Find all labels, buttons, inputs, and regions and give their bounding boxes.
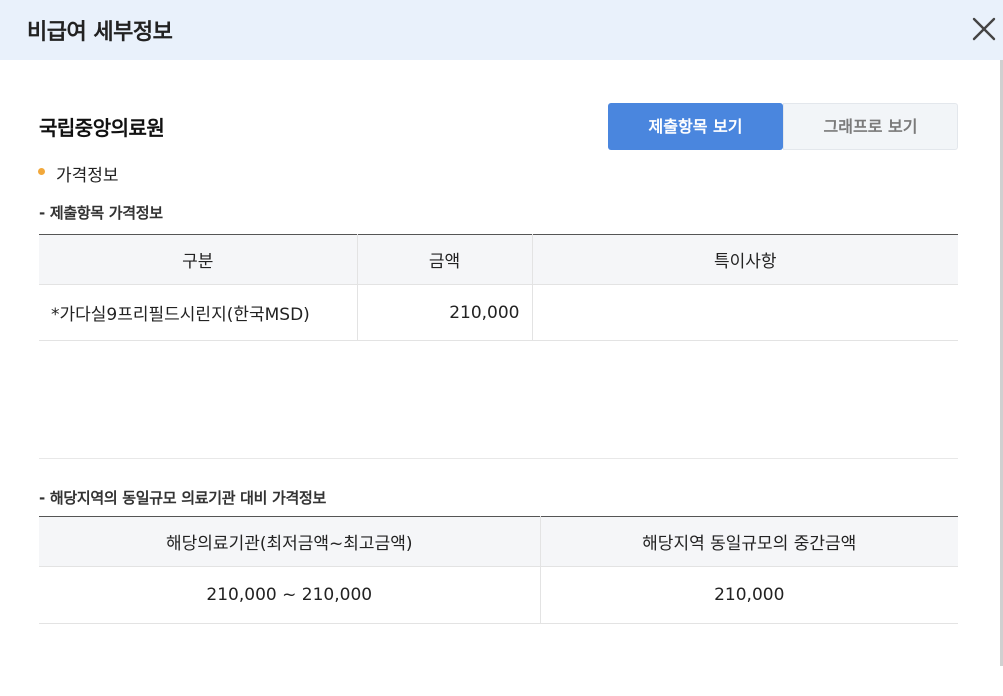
section-title: 가격정보 (56, 166, 119, 186)
hospital-name: 국립중앙의료원 (39, 116, 165, 140)
submitted-table-subtitle: - 제출항목 가격정보 (39, 204, 163, 222)
close-button[interactable] (968, 13, 1000, 45)
column-header: 금액 (357, 234, 533, 285)
view-toggle: 제출항목 보기 그래프로 보기 (608, 103, 958, 150)
table-header-row: 해당의료기관(최저금액~최고금액) 해당지역 동일규모의 중간금액 (39, 516, 958, 567)
regional-price-table: 해당의료기관(최저금액~최고금액) 해당지역 동일규모의 중간금액 210,00… (39, 516, 958, 624)
table-row: 210,000 ~ 210,000 210,000 (39, 566, 958, 624)
item-note-cell (532, 284, 958, 341)
column-header: 해당지역 동일규모의 중간금액 (540, 516, 958, 567)
section-divider (39, 458, 958, 459)
modal-header: 비급여 세부정보 (0, 0, 1003, 60)
column-header: 특이사항 (532, 234, 958, 285)
close-icon[interactable] (968, 13, 1000, 45)
bullet-icon (38, 168, 45, 175)
table-header-row: 구분 금액 특이사항 (39, 234, 958, 285)
regional-table-subtitle: - 해당지역의 동일규모 의료기관 대비 가격정보 (39, 489, 327, 507)
median-price-cell: 210,000 (540, 566, 958, 624)
table-row: *가다실9프리필드시린지(한국MSD) 210,000 (39, 284, 958, 341)
price-range-cell: 210,000 ~ 210,000 (39, 566, 541, 624)
item-name-cell: *가다실9프리필드시린지(한국MSD) (39, 284, 358, 341)
submitted-items-button[interactable]: 제출항목 보기 (608, 103, 783, 150)
column-header: 구분 (39, 234, 358, 285)
graph-view-button[interactable]: 그래프로 보기 (783, 103, 958, 150)
column-header: 해당의료기관(최저금액~최고금액) (39, 516, 541, 567)
modal-title: 비급여 세부정보 (27, 20, 173, 45)
item-amount-cell: 210,000 (357, 284, 533, 341)
submitted-price-table: 구분 금액 특이사항 *가다실9프리필드시린지(한국MSD) 210,000 (39, 234, 958, 341)
